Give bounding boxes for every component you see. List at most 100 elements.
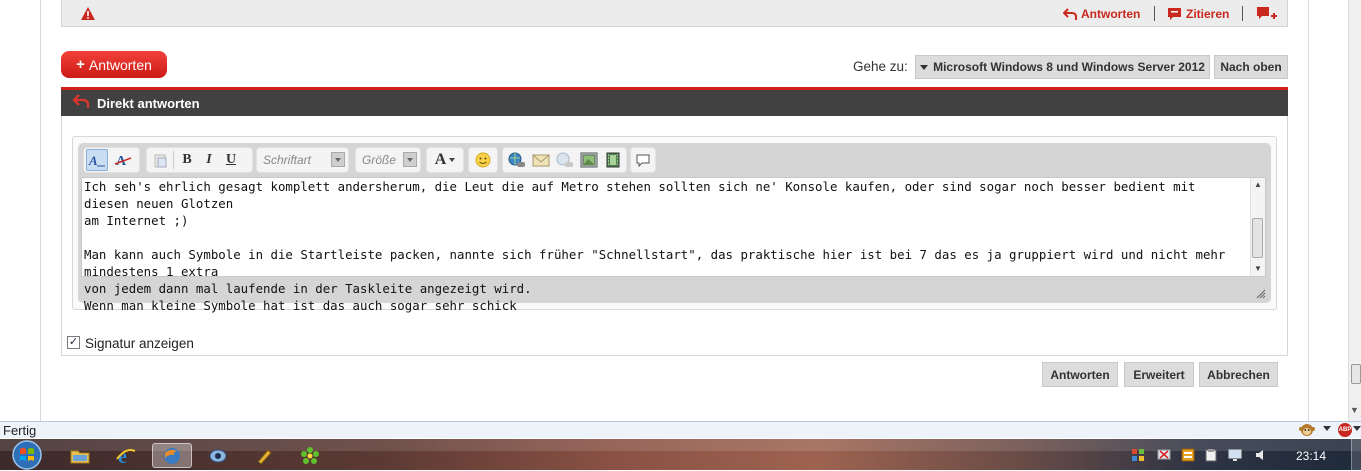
divider — [1154, 6, 1155, 21]
chevron-down-icon — [331, 152, 345, 167]
status-text: Fertig — [3, 423, 37, 438]
remove-link-button[interactable] — [554, 149, 576, 171]
folder-icon — [70, 450, 90, 463]
paste-clipboard-icon — [154, 154, 167, 168]
toolbar-group-insert — [502, 147, 627, 173]
back-to-top-button[interactable]: Nach oben — [1214, 55, 1288, 79]
font-family-dropdown[interactable]: Schriftart — [256, 147, 349, 173]
textarea-scroll-thumb[interactable] — [1252, 218, 1263, 258]
browser-status-bar — [0, 421, 1361, 438]
reply-arrow-icon — [1063, 8, 1077, 20]
post-reply-link[interactable]: Antworten — [1063, 5, 1140, 23]
taskbar-app[interactable] — [198, 443, 238, 468]
toolbar-group-text: B I U — [146, 147, 253, 173]
cancel-reply-button[interactable]: Abbrechen — [1199, 362, 1278, 387]
wysiwyg-toggle-button[interactable]: A — [86, 149, 108, 171]
scroll-down-arrow-icon[interactable]: ▼ — [1350, 405, 1359, 415]
font-color-label: A — [434, 151, 447, 168]
scroll-down-arrow-icon[interactable]: ▼ — [1254, 264, 1262, 273]
post-quote-label: Zitieren — [1186, 7, 1230, 21]
plus-icon: + — [76, 56, 85, 73]
post-reply-label: Antworten — [1081, 7, 1141, 21]
firefox-globe-icon — [164, 447, 180, 464]
bold-button[interactable]: B — [176, 149, 198, 171]
smiley-button[interactable] — [468, 147, 498, 173]
content-border-left — [40, 0, 41, 421]
unlink-icon — [556, 152, 573, 167]
adblock-plus-icon[interactable]: ABP — [1338, 423, 1352, 437]
multi-quote-add-icon — [1257, 7, 1277, 19]
insert-video-button[interactable] — [602, 149, 624, 171]
link-globe-icon — [508, 152, 525, 167]
font-style-icon: A — [88, 153, 105, 168]
volume-speaker-icon[interactable] — [1254, 448, 1268, 462]
advanced-reply-button[interactable]: Erweitert — [1124, 362, 1194, 387]
submit-reply-button[interactable]: Antworten — [1042, 362, 1118, 387]
quote-bubble-icon — [1168, 8, 1181, 20]
content-border-right — [1308, 0, 1309, 421]
tray-network-icon[interactable] — [1157, 448, 1171, 462]
scrollbar-thumb[interactable] — [1351, 364, 1361, 384]
film-strip-icon — [606, 152, 620, 168]
insert-link-button[interactable] — [506, 149, 528, 171]
font-family-label: Schriftart — [263, 153, 312, 167]
tray-display-icon[interactable] — [1228, 448, 1242, 462]
insert-image-button[interactable] — [578, 149, 600, 171]
font-color-button[interactable]: A — [426, 147, 464, 173]
email-envelope-icon — [532, 154, 550, 167]
pen-tool-icon — [257, 448, 272, 465]
font-size-dropdown[interactable]: Größe — [355, 147, 421, 173]
message-text: Ich seh's ehrlich gesagt komplett anders… — [84, 179, 1226, 313]
chevron-down-icon — [449, 158, 456, 162]
post-quote-link[interactable]: Zitieren — [1167, 5, 1229, 23]
resize-grip-icon[interactable] — [1254, 287, 1266, 299]
show-signature-checkbox[interactable]: ✓ — [67, 336, 80, 349]
tray-app-icon[interactable] — [1181, 448, 1195, 462]
toolbar-group-format-mode: A A — [83, 147, 140, 173]
insert-email-button[interactable] — [530, 149, 552, 171]
chevron-down-icon[interactable] — [1353, 426, 1361, 431]
image-icon — [580, 152, 598, 168]
textarea-scrollbar[interactable]: ▲ ▼ — [1250, 178, 1265, 276]
remove-format-button[interactable]: A — [112, 149, 134, 171]
taskbar-explorer[interactable] — [60, 443, 100, 468]
underline-button[interactable]: U — [220, 149, 242, 171]
forum-jump-select[interactable]: Microsoft Windows 8 und Windows Server 2… — [915, 55, 1210, 79]
taskbar-app[interactable] — [244, 443, 284, 468]
svg-text:A: A — [88, 153, 98, 168]
tray-app-icon[interactable] — [1131, 448, 1145, 462]
taskbar-clock[interactable]: 23:14 — [1296, 449, 1326, 463]
tray-clipboard-icon[interactable] — [1204, 448, 1218, 462]
quick-reply-header: Direkt antworten — [61, 87, 1288, 116]
forum-jump-value: Microsoft Windows 8 und Windows Server 2… — [933, 60, 1205, 74]
internet-explorer-icon: e — [116, 446, 136, 467]
chevron-down-icon[interactable] — [1323, 426, 1331, 431]
font-size-label: Größe — [362, 153, 397, 167]
start-button[interactable] — [8, 439, 46, 470]
page-scrollbar[interactable]: ▼ — [1348, 0, 1361, 421]
taskbar-firefox[interactable] — [152, 443, 192, 468]
icq-flower-icon — [301, 446, 319, 464]
multi-quote-button[interactable] — [1256, 5, 1278, 23]
media-app-icon — [209, 449, 227, 462]
reply-arrow-icon — [72, 94, 90, 108]
dropdown-arrow-icon — [920, 64, 929, 70]
italic-button[interactable]: I — [198, 149, 220, 171]
page-margin — [0, 0, 40, 421]
remove-format-icon: A — [114, 154, 132, 168]
scroll-up-arrow-icon[interactable]: ▲ — [1254, 180, 1262, 189]
goto-label: Gehe zu: — [853, 59, 908, 74]
show-signature-label[interactable]: Signatur anzeigen — [85, 336, 194, 351]
divider — [1242, 6, 1243, 21]
show-desktop-button[interactable] — [1351, 439, 1361, 470]
quote-button[interactable] — [630, 147, 656, 173]
paste-button[interactable] — [149, 149, 171, 171]
report-warning-icon[interactable] — [80, 6, 96, 22]
new-reply-button[interactable]: + Antworten — [61, 51, 167, 78]
windows-logo-icon — [12, 439, 42, 470]
greasemonkey-icon[interactable] — [1299, 423, 1315, 437]
chevron-down-icon — [403, 152, 417, 167]
taskbar-internet-explorer[interactable]: e — [106, 443, 146, 468]
smiley-icon — [475, 152, 491, 168]
taskbar-icq[interactable] — [290, 443, 330, 468]
